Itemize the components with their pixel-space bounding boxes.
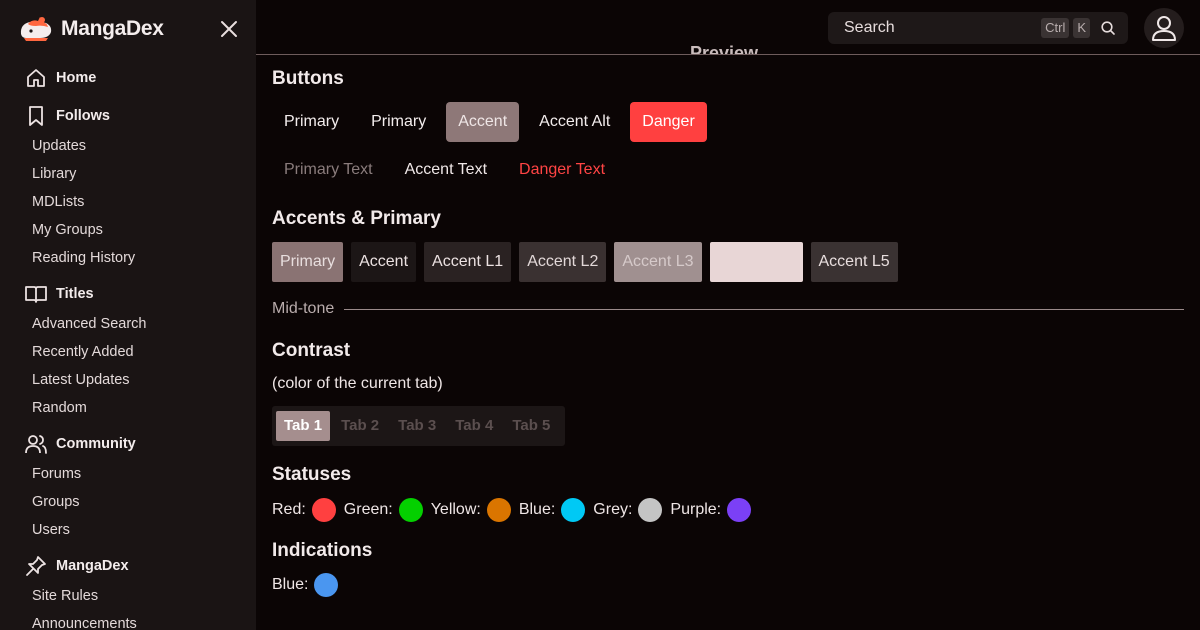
primary-button-alt[interactable]: Primary [359,102,438,142]
kbd-ctrl: Ctrl [1041,18,1070,38]
accent-button[interactable]: Accent [446,102,520,142]
text-buttons-row: Primary Text Accent Text Danger Text [272,150,625,190]
sidebar-item-updates[interactable]: Updates [0,132,256,160]
swatch-accent: Accent [351,242,417,282]
sidebar-item-groups[interactable]: Groups [0,488,256,516]
header-divider [256,54,1200,55]
status-dot-green [398,498,423,522]
sidebar-item-random[interactable]: Random [0,394,256,422]
search-placeholder: Search [844,19,895,36]
midtone-line [344,308,1184,310]
danger-button[interactable]: Danger [630,102,707,142]
home-icon [27,69,45,87]
sidebar-item-advanced-search[interactable]: Advanced Search [0,310,256,338]
search-input[interactable]: Search Ctrl K [828,12,1128,44]
contrast-heading: Contrast [272,340,351,361]
bookmark-icon [29,106,43,126]
status-colors: Red: Green: Yellow: Blue: Grey: Purple: [272,498,759,522]
sidebar-item-library[interactable]: Library [0,160,256,188]
indication-colors: Blue: [272,573,346,597]
preview-label: Preview [690,43,759,54]
contrast-tabs: Tab 1 Tab 2 Tab 3 Tab 4 Tab 5 [272,406,566,446]
sidebar-item-users[interactable]: Users [0,516,256,544]
status-label-yellow: Yellow: [430,501,481,518]
status-label-blue: Blue: [518,501,556,518]
indication-dot-blue [314,573,339,597]
status-label-grey: Grey: [593,501,633,518]
tab-5[interactable]: Tab 5 [504,411,558,441]
indication-label-blue: Blue: [272,576,309,593]
swatch-accent-l4: Accent L4 [709,242,803,282]
book-icon [25,286,47,303]
sidebar-item-reading-history[interactable]: Reading History [0,244,256,272]
sidebar-item-recently-added[interactable]: Recently Added [0,338,256,366]
sidebar-item-latest-updates[interactable]: Latest Updates [0,366,256,394]
sidebar-item-forums[interactable]: Forums [0,460,256,488]
users-icon [25,435,47,454]
user-icon [1152,16,1176,41]
sidebar-section-titles[interactable]: Titles [0,278,256,310]
sidebar-section-label: Community [56,436,136,452]
accent-text-button[interactable]: Accent Text [393,150,499,190]
indications-heading: Indications [272,540,373,561]
midtone-label: Mid-tone [272,300,335,317]
search-icon[interactable] [1100,20,1116,36]
tab-2[interactable]: Tab 2 [333,411,387,441]
contrast-subtitle: (color of the current tab) [272,375,443,392]
status-label-purple: Purple: [670,501,722,518]
sidebar: MangaDex Home Follows Updates Library MD… [0,0,256,630]
brand: MangaDex [18,12,240,46]
accents-heading: Accents & Primary [272,208,441,229]
sidebar-section-follows[interactable]: Follows [0,100,256,132]
statuses-heading: Statuses [272,464,352,485]
primary-text-button[interactable]: Primary Text [272,150,385,190]
close-sidebar-icon[interactable] [218,18,240,40]
tab-4[interactable]: Tab 4 [447,411,501,441]
midtone-divider: Mid-tone [272,300,1184,318]
status-dot-red [311,498,336,522]
status-dot-purple [727,498,752,522]
accent-alt-button[interactable]: Accent Alt [527,102,622,142]
swatch-accent-l3: Accent L3 [614,242,702,282]
mangadex-logo-icon[interactable] [18,14,54,44]
sidebar-section-home[interactable]: Home [0,62,256,94]
sidebar-item-announcements[interactable]: Announcements [0,610,256,630]
brand-name: MangaDex [61,17,164,40]
status-dot-grey [638,498,663,522]
primary-button[interactable]: Primary [272,102,351,142]
buttons-heading: Buttons [272,68,344,89]
swatch-accent-l1: Accent L1 [424,242,512,282]
status-dot-blue [561,498,586,522]
accent-swatches: Primary Accent Accent L1 Accent L2 Accen… [272,242,906,282]
status-dot-yellow [486,498,511,522]
swatch-primary: Primary [272,242,344,282]
sidebar-section-community[interactable]: Community [0,428,256,460]
status-label-green: Green: [343,501,393,518]
tab-3[interactable]: Tab 3 [390,411,444,441]
tab-1[interactable]: Tab 1 [276,411,331,441]
status-label-red: Red: [272,501,306,518]
sidebar-section-mangadex[interactable]: MangaDex [0,550,256,582]
sidebar-section-label: Follows [56,108,110,124]
sidebar-section-label: Titles [56,286,94,302]
sidebar-section-label: Home [56,70,97,86]
sidebar-item-site-rules[interactable]: Site Rules [0,582,256,610]
buttons-row: Primary Primary Accent Accent Alt Danger [272,102,715,142]
user-avatar-button[interactable] [1144,8,1184,48]
swatch-accent-l2: Accent L2 [519,242,607,282]
swatch-accent-l5: Accent L5 [810,242,898,282]
sidebar-section-label: MangaDex [56,558,129,574]
pin-icon [26,556,46,576]
danger-text-button[interactable]: Danger Text [507,150,617,190]
sidebar-nav: Home Follows Updates Library MDLists My … [0,62,256,630]
sidebar-item-my-groups[interactable]: My Groups [0,216,256,244]
sidebar-item-mdlists[interactable]: MDLists [0,188,256,216]
kbd-k: K [1073,18,1090,38]
